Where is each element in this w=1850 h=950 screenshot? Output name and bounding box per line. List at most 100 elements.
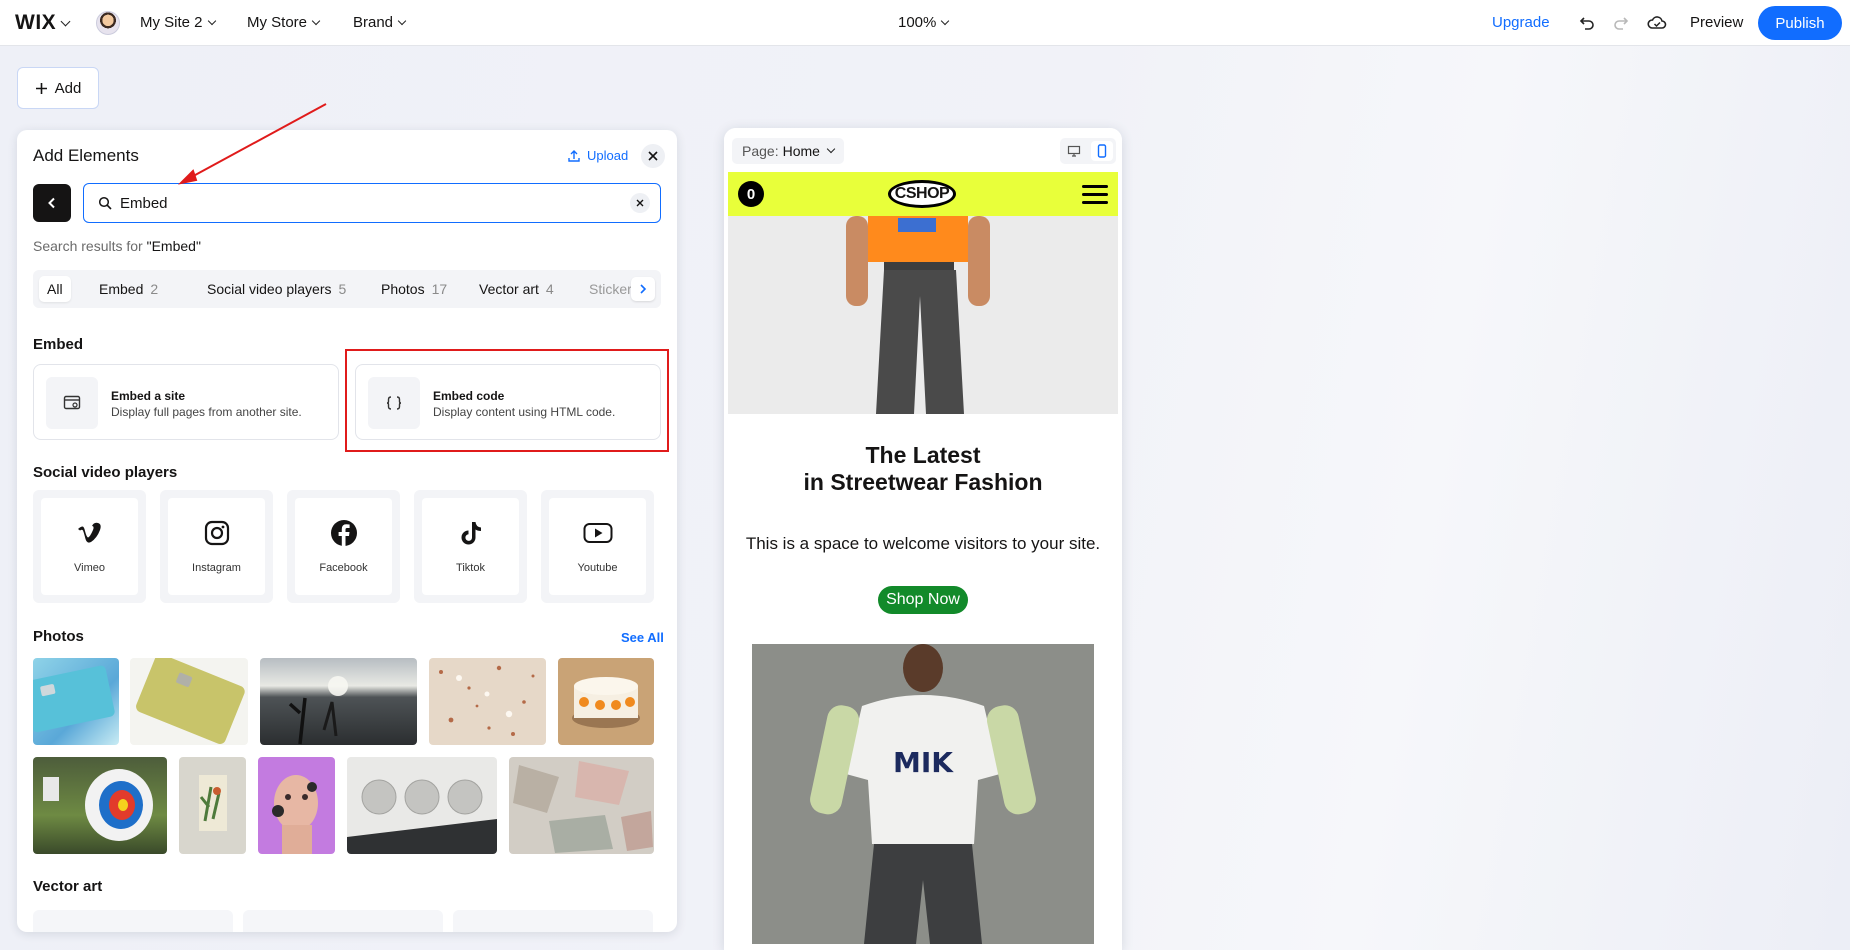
tab-label: All — [47, 281, 63, 297]
social-label: Youtube — [577, 562, 618, 574]
zoom-menu[interactable]: 100% — [898, 14, 950, 31]
add-button[interactable]: Add — [17, 67, 99, 109]
brand-menu-label: Brand — [353, 14, 394, 31]
photo-thumbnail[interactable] — [509, 757, 654, 854]
close-icon — [648, 151, 658, 161]
close-panel-button[interactable] — [641, 144, 665, 168]
tab-label: Social video players — [207, 281, 332, 297]
chevron-down-icon — [397, 16, 407, 25]
chevron-down-icon — [826, 144, 836, 154]
photo-thumbnail[interactable] — [179, 757, 246, 854]
search-field[interactable] — [83, 183, 661, 223]
facebook-icon — [329, 518, 359, 548]
cart-icon[interactable]: 0 — [738, 181, 764, 207]
tab-count: 17 — [431, 281, 448, 297]
social-label: Vimeo — [74, 562, 105, 574]
tab-label: Embed — [99, 281, 144, 297]
photo-thumbnail[interactable] — [130, 658, 248, 745]
embed-a-site-item[interactable]: Embed a site Display full pages from ano… — [33, 364, 339, 440]
redo-icon[interactable] — [1610, 12, 1632, 34]
undo-icon[interactable] — [1576, 12, 1598, 34]
hamburger-menu-icon[interactable] — [1082, 185, 1108, 209]
add-button-label: Add — [54, 79, 82, 97]
social-label: Instagram — [192, 562, 241, 574]
tab-count: 4 — [545, 281, 554, 297]
see-all-photos-link[interactable]: See All — [621, 630, 664, 645]
svg-text:MIK: MIK — [893, 746, 954, 779]
photo-thumbnail[interactable] — [258, 757, 335, 854]
preview-button[interactable]: Preview — [1690, 14, 1743, 31]
filter-tabs: All Embed 2 Social video players 5 Photos 1… — [33, 270, 661, 308]
tab-social-video-players[interactable]: Social video players 5 — [207, 276, 346, 302]
chevron-right-icon — [640, 284, 647, 294]
product-image[interactable]: MIK — [752, 644, 1094, 944]
site-menu[interactable]: My Site 2 — [140, 14, 216, 31]
social-item-tiktok[interactable]: Tiktok — [414, 490, 527, 603]
social-label: Tiktok — [456, 562, 485, 574]
highlight-box — [345, 349, 669, 452]
social-item-facebook[interactable]: Facebook — [287, 490, 400, 603]
hero-headline: The Latest in Streetwear Fashion — [728, 442, 1118, 496]
filter-scroll-right-button[interactable] — [631, 277, 655, 301]
social-section-title: Social video players — [33, 464, 178, 481]
hero-image[interactable] — [728, 216, 1118, 414]
canvas-toolbar: Page: Home — [724, 128, 1122, 172]
publish-button[interactable]: Publish — [1758, 6, 1842, 40]
social-item-instagram[interactable]: Instagram — [160, 490, 273, 603]
photo-thumbnail[interactable] — [33, 757, 167, 854]
tab-count: 5 — [338, 281, 347, 297]
photo-thumbnail[interactable] — [260, 658, 417, 745]
photo-thumbnail[interactable] — [33, 658, 119, 745]
tab-label: Vector art — [479, 281, 539, 297]
mobile-view-icon[interactable] — [1091, 141, 1113, 161]
chevron-down-icon — [207, 16, 216, 25]
results-query: "Embed" — [146, 238, 201, 254]
cloud-save-icon[interactable] — [1646, 12, 1668, 34]
search-input[interactable] — [120, 194, 600, 212]
upload-button[interactable]: Upload — [567, 148, 628, 163]
vector-art-thumbnail[interactable] — [243, 910, 443, 932]
avatar[interactable] — [96, 11, 120, 35]
tiktok-icon — [456, 518, 486, 548]
headline-line-1: The Latest — [865, 442, 981, 468]
top-bar: WIX My Site 2 My Store Brand 100% Upgrad… — [0, 0, 1850, 46]
store-menu[interactable]: My Store — [247, 14, 321, 31]
browser-icon — [46, 377, 98, 429]
wix-logo[interactable]: WIX — [15, 11, 56, 35]
embed-item-name: Embed a site — [111, 389, 186, 403]
tab-label: Photos — [381, 281, 425, 297]
tab-photos[interactable]: Photos 17 — [381, 276, 447, 302]
logo-chevron-down-icon[interactable] — [60, 16, 71, 27]
desktop-view-icon[interactable] — [1063, 141, 1085, 161]
tab-all[interactable]: All — [39, 276, 71, 302]
site-menu-label: My Site 2 — [140, 14, 203, 31]
tab-vector-art[interactable]: Vector art 4 — [479, 276, 554, 302]
social-item-vimeo[interactable]: Vimeo — [33, 490, 146, 603]
photo-thumbnail[interactable] — [429, 658, 546, 745]
embed-section-title: Embed — [33, 336, 84, 353]
tab-embed[interactable]: Embed 2 — [99, 276, 158, 302]
social-item-youtube[interactable]: Youtube — [541, 490, 654, 603]
upgrade-link[interactable]: Upgrade — [1492, 14, 1550, 31]
search-results-caption: Search results for "Embed" — [33, 238, 201, 254]
headline-line-2: in Streetwear Fashion — [803, 469, 1043, 495]
vector-art-thumbnail[interactable] — [33, 910, 233, 932]
shop-now-button[interactable]: Shop Now — [878, 586, 968, 614]
chevron-down-icon — [311, 16, 321, 25]
photo-thumbnail[interactable] — [347, 757, 497, 854]
instagram-icon — [202, 518, 232, 548]
clear-search-button[interactable] — [630, 193, 650, 213]
chevron-left-icon — [48, 197, 55, 209]
welcome-text: This is a space to welcome visitors to y… — [745, 534, 1101, 553]
brand-menu[interactable]: Brand — [353, 14, 407, 31]
vector-art-thumbnail[interactable] — [453, 910, 653, 932]
back-button[interactable] — [33, 184, 71, 222]
page-selector[interactable]: Page: Home — [732, 138, 844, 164]
upload-label: Upload — [587, 148, 629, 163]
panel-title: Add Elements — [33, 146, 139, 165]
vimeo-icon — [75, 518, 105, 548]
tab-count: 2 — [150, 281, 159, 297]
embed-item-desc: Display full pages from another site. — [111, 405, 302, 419]
site-logo[interactable]: CSHOP — [888, 180, 956, 208]
photo-thumbnail[interactable] — [558, 658, 654, 745]
